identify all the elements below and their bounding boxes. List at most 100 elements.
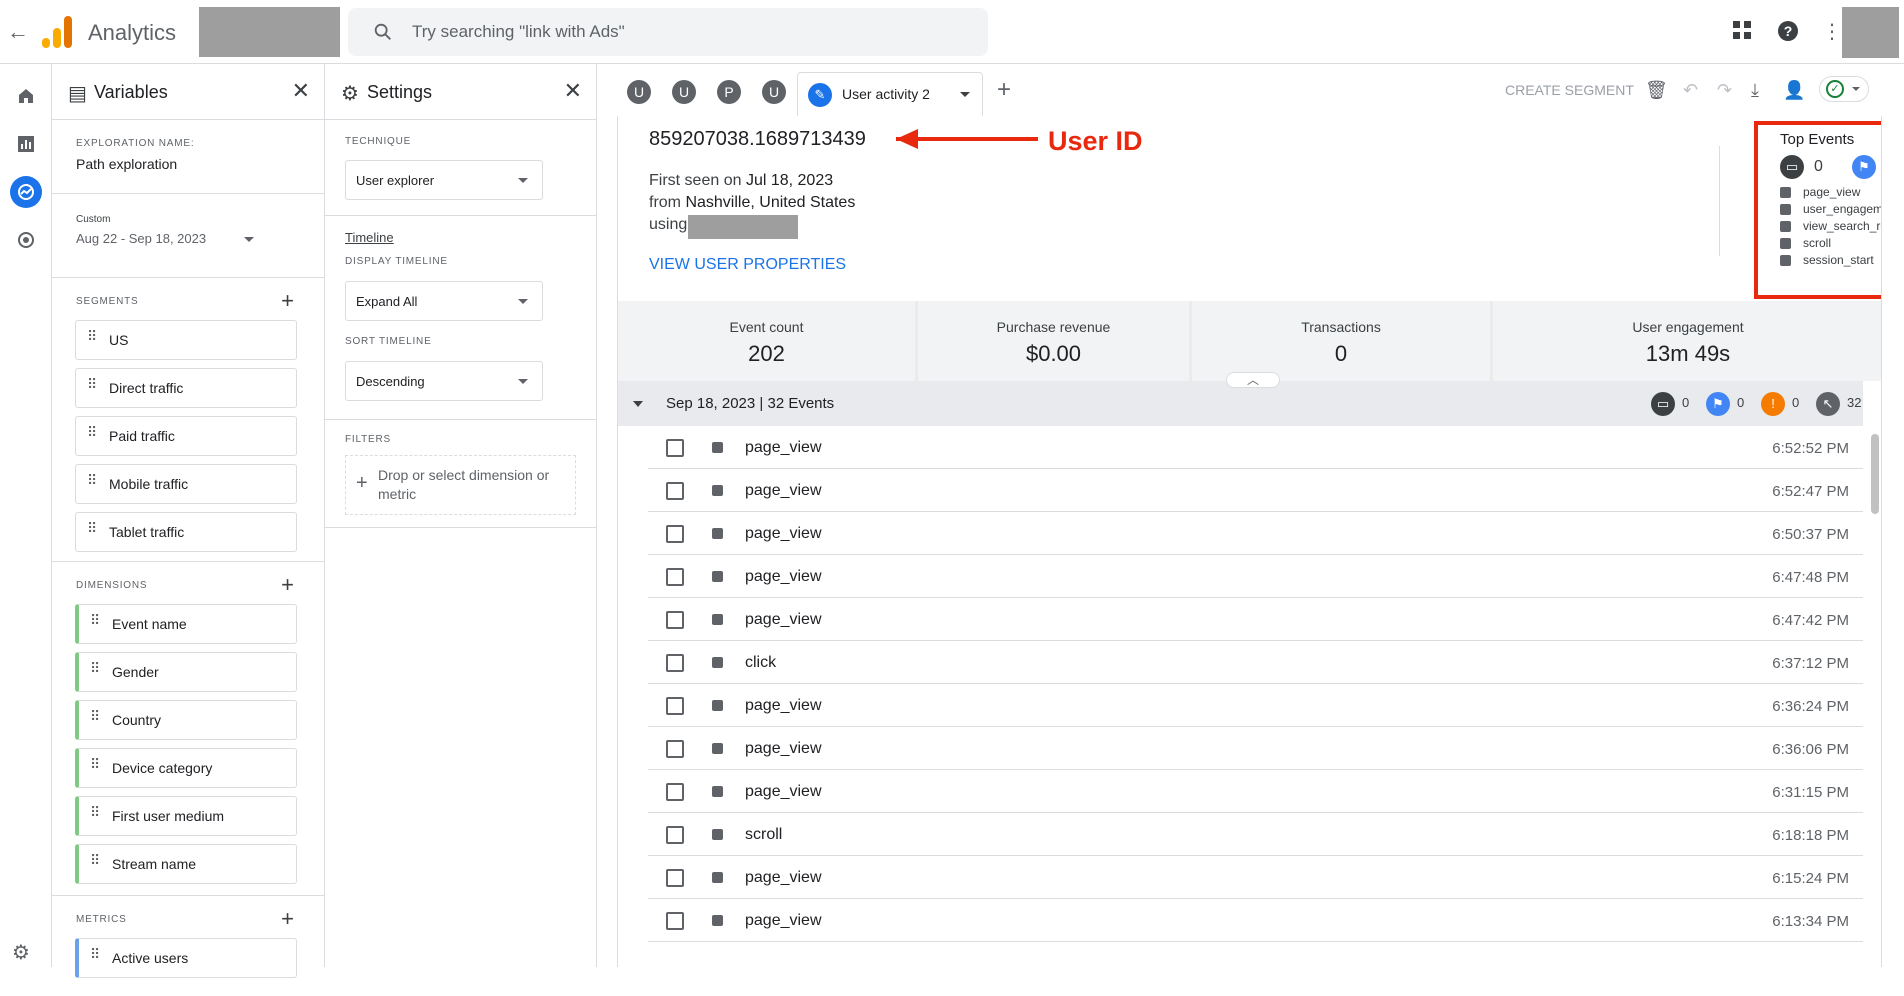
search-bar[interactable]: Try searching "link with Ads" — [348, 8, 988, 56]
flag-icon: ⚑ — [1852, 155, 1876, 179]
drag-handle-icon[interactable]: ⠿ — [90, 661, 100, 680]
dimension-chip[interactable]: ⠿ First user medium — [75, 796, 297, 836]
event-row[interactable]: page_view 6:52:52 PM — [648, 426, 1863, 469]
technique-select[interactable]: User explorer — [345, 160, 543, 200]
event-row[interactable]: scroll 6:18:18 PM — [648, 813, 1863, 856]
drag-handle-icon[interactable]: ⠿ — [87, 425, 97, 444]
collapse-stats-button[interactable]: ︿ — [1226, 372, 1280, 388]
row-checkbox[interactable] — [666, 826, 684, 844]
drag-handle-icon[interactable]: ⠿ — [90, 805, 100, 824]
add-tab-icon[interactable]: + — [997, 76, 1011, 104]
delete-icon[interactable]: 🗑 — [1645, 80, 1668, 101]
event-row[interactable]: page_view 6:36:24 PM — [648, 684, 1863, 727]
drag-handle-icon[interactable]: ⠿ — [87, 473, 97, 492]
sort-timeline-select[interactable]: Descending — [345, 361, 543, 401]
day-count-conversion: 0 — [1737, 395, 1745, 410]
add-metric-icon[interactable]: + — [281, 906, 294, 932]
segment-chip[interactable]: ⠿ Tablet traffic — [75, 512, 297, 552]
dimension-chip[interactable]: ⠿ Country — [75, 700, 297, 740]
stat-transactions: Transactions 0 — [1192, 301, 1490, 381]
row-checkbox[interactable] — [666, 740, 684, 758]
date-tag: Custom — [76, 214, 111, 225]
row-checkbox[interactable] — [666, 611, 684, 629]
drag-handle-icon[interactable]: ⠿ — [87, 521, 97, 540]
metric-chip[interactable]: ⠿ Active users — [75, 938, 297, 978]
tab-p[interactable]: P — [717, 80, 741, 104]
drag-handle-icon[interactable]: ⠿ — [90, 947, 100, 966]
dimension-chip[interactable]: ⠿ Event name — [75, 604, 297, 644]
advertising-icon[interactable] — [10, 224, 42, 256]
tab-u[interactable]: U — [627, 80, 651, 104]
event-row[interactable]: page_view 6:47:48 PM — [648, 555, 1863, 598]
row-checkbox[interactable] — [666, 654, 684, 672]
sort-timeline-label: SORT TIMELINE — [345, 336, 432, 347]
exploration-name-input[interactable]: Path exploration — [76, 156, 177, 172]
drag-handle-icon[interactable]: ⠿ — [87, 329, 97, 348]
drag-handle-icon[interactable]: ⠿ — [90, 613, 100, 632]
apps-grid-icon[interactable] — [1730, 20, 1754, 44]
share-user-icon[interactable]: 👤 — [1783, 80, 1805, 101]
drag-handle-icon[interactable]: ⠿ — [90, 853, 100, 872]
account-selector[interactable] — [199, 7, 340, 57]
drag-handle-icon[interactable]: ⠿ — [90, 709, 100, 728]
segment-chip[interactable]: ⠿ US — [75, 320, 297, 360]
chevron-down-icon[interactable] — [960, 92, 970, 97]
scrollbar[interactable] — [1871, 434, 1879, 514]
add-segment-icon[interactable]: + — [281, 288, 294, 314]
row-checkbox[interactable] — [666, 525, 684, 543]
row-checkbox[interactable] — [666, 697, 684, 715]
tab-u[interactable]: U — [672, 80, 696, 104]
row-checkbox[interactable] — [666, 783, 684, 801]
row-checkbox[interactable] — [666, 869, 684, 887]
redo-icon[interactable]: ↷ — [1717, 80, 1732, 101]
drag-handle-icon[interactable]: ⠿ — [90, 757, 100, 776]
home-icon[interactable] — [10, 80, 42, 112]
view-user-properties-link[interactable]: VIEW USER PROPERTIES — [649, 256, 846, 274]
drag-handle-icon[interactable]: ⠿ — [87, 377, 97, 396]
event-row[interactable]: click 6:37:12 PM — [648, 641, 1863, 684]
filters-dropzone[interactable]: + Drop or select dimension or metric — [345, 455, 576, 515]
event-row[interactable]: page_view 6:50:37 PM — [648, 512, 1863, 555]
row-checkbox[interactable] — [666, 482, 684, 500]
row-checkbox[interactable] — [666, 568, 684, 586]
event-row[interactable]: page_view 6:31:15 PM — [648, 770, 1863, 813]
undo-icon[interactable]: ↶ — [1683, 80, 1698, 101]
row-checkbox[interactable] — [666, 912, 684, 930]
event-row[interactable]: page_view 6:13:34 PM — [648, 899, 1863, 942]
analytics-logo[interactable] — [42, 16, 72, 48]
dimension-chip[interactable]: ⠿ Gender — [75, 652, 297, 692]
search-input[interactable]: Try searching "link with Ads" — [412, 22, 625, 42]
row-checkbox[interactable] — [666, 439, 684, 457]
download-icon[interactable]: ⤓ — [1751, 80, 1759, 101]
close-icon[interactable]: ✕ — [292, 78, 310, 104]
collapse-caret-icon[interactable] — [633, 401, 643, 407]
event-row[interactable]: page_view 6:52:47 PM — [648, 469, 1863, 512]
date-range-picker[interactable]: Custom Aug 22 - Sep 18, 2023 — [52, 194, 324, 278]
reports-icon[interactable] — [10, 128, 42, 160]
explore-icon[interactable] — [10, 176, 42, 208]
segment-chip[interactable]: ⠿ Mobile traffic — [75, 464, 297, 504]
display-timeline-select[interactable]: Expand All — [345, 281, 543, 321]
segment-chip[interactable]: ⠿ Direct traffic — [75, 368, 297, 408]
add-filter-icon[interactable]: + — [356, 472, 368, 495]
segment-chip[interactable]: ⠿ Paid traffic — [75, 416, 297, 456]
arrow-back-icon[interactable]: ← — [4, 18, 32, 46]
tab-u[interactable]: U — [762, 80, 786, 104]
add-dimension-icon[interactable]: + — [281, 572, 294, 598]
close-icon[interactable]: ✕ — [564, 78, 582, 104]
event-row[interactable]: page_view 6:36:06 PM — [648, 727, 1863, 770]
dimension-chip[interactable]: ⠿ Device category — [75, 748, 297, 788]
more-vert-icon[interactable]: ⋮ — [1820, 20, 1844, 44]
create-segment-button[interactable]: CREATE SEGMENT — [1505, 82, 1634, 98]
top-events-title: Top Events — [1780, 131, 1855, 148]
dimension-chip[interactable]: ⠿ Stream name — [75, 844, 297, 884]
svg-text:?: ? — [1784, 23, 1793, 39]
settings-gear-icon[interactable]: ⚙ — [12, 940, 30, 965]
avatar[interactable] — [1842, 7, 1899, 58]
event-list: page_view 6:52:52 PM page_view 6:52:47 PM … — [648, 426, 1863, 942]
tab-user-activity[interactable]: ✎ User activity 2 — [797, 72, 983, 116]
help-icon[interactable]: ? — [1776, 20, 1800, 44]
event-row[interactable]: page_view 6:15:24 PM — [648, 856, 1863, 899]
insights-button[interactable]: ✓ — [1819, 76, 1869, 102]
event-row[interactable]: page_view 6:47:42 PM — [648, 598, 1863, 641]
